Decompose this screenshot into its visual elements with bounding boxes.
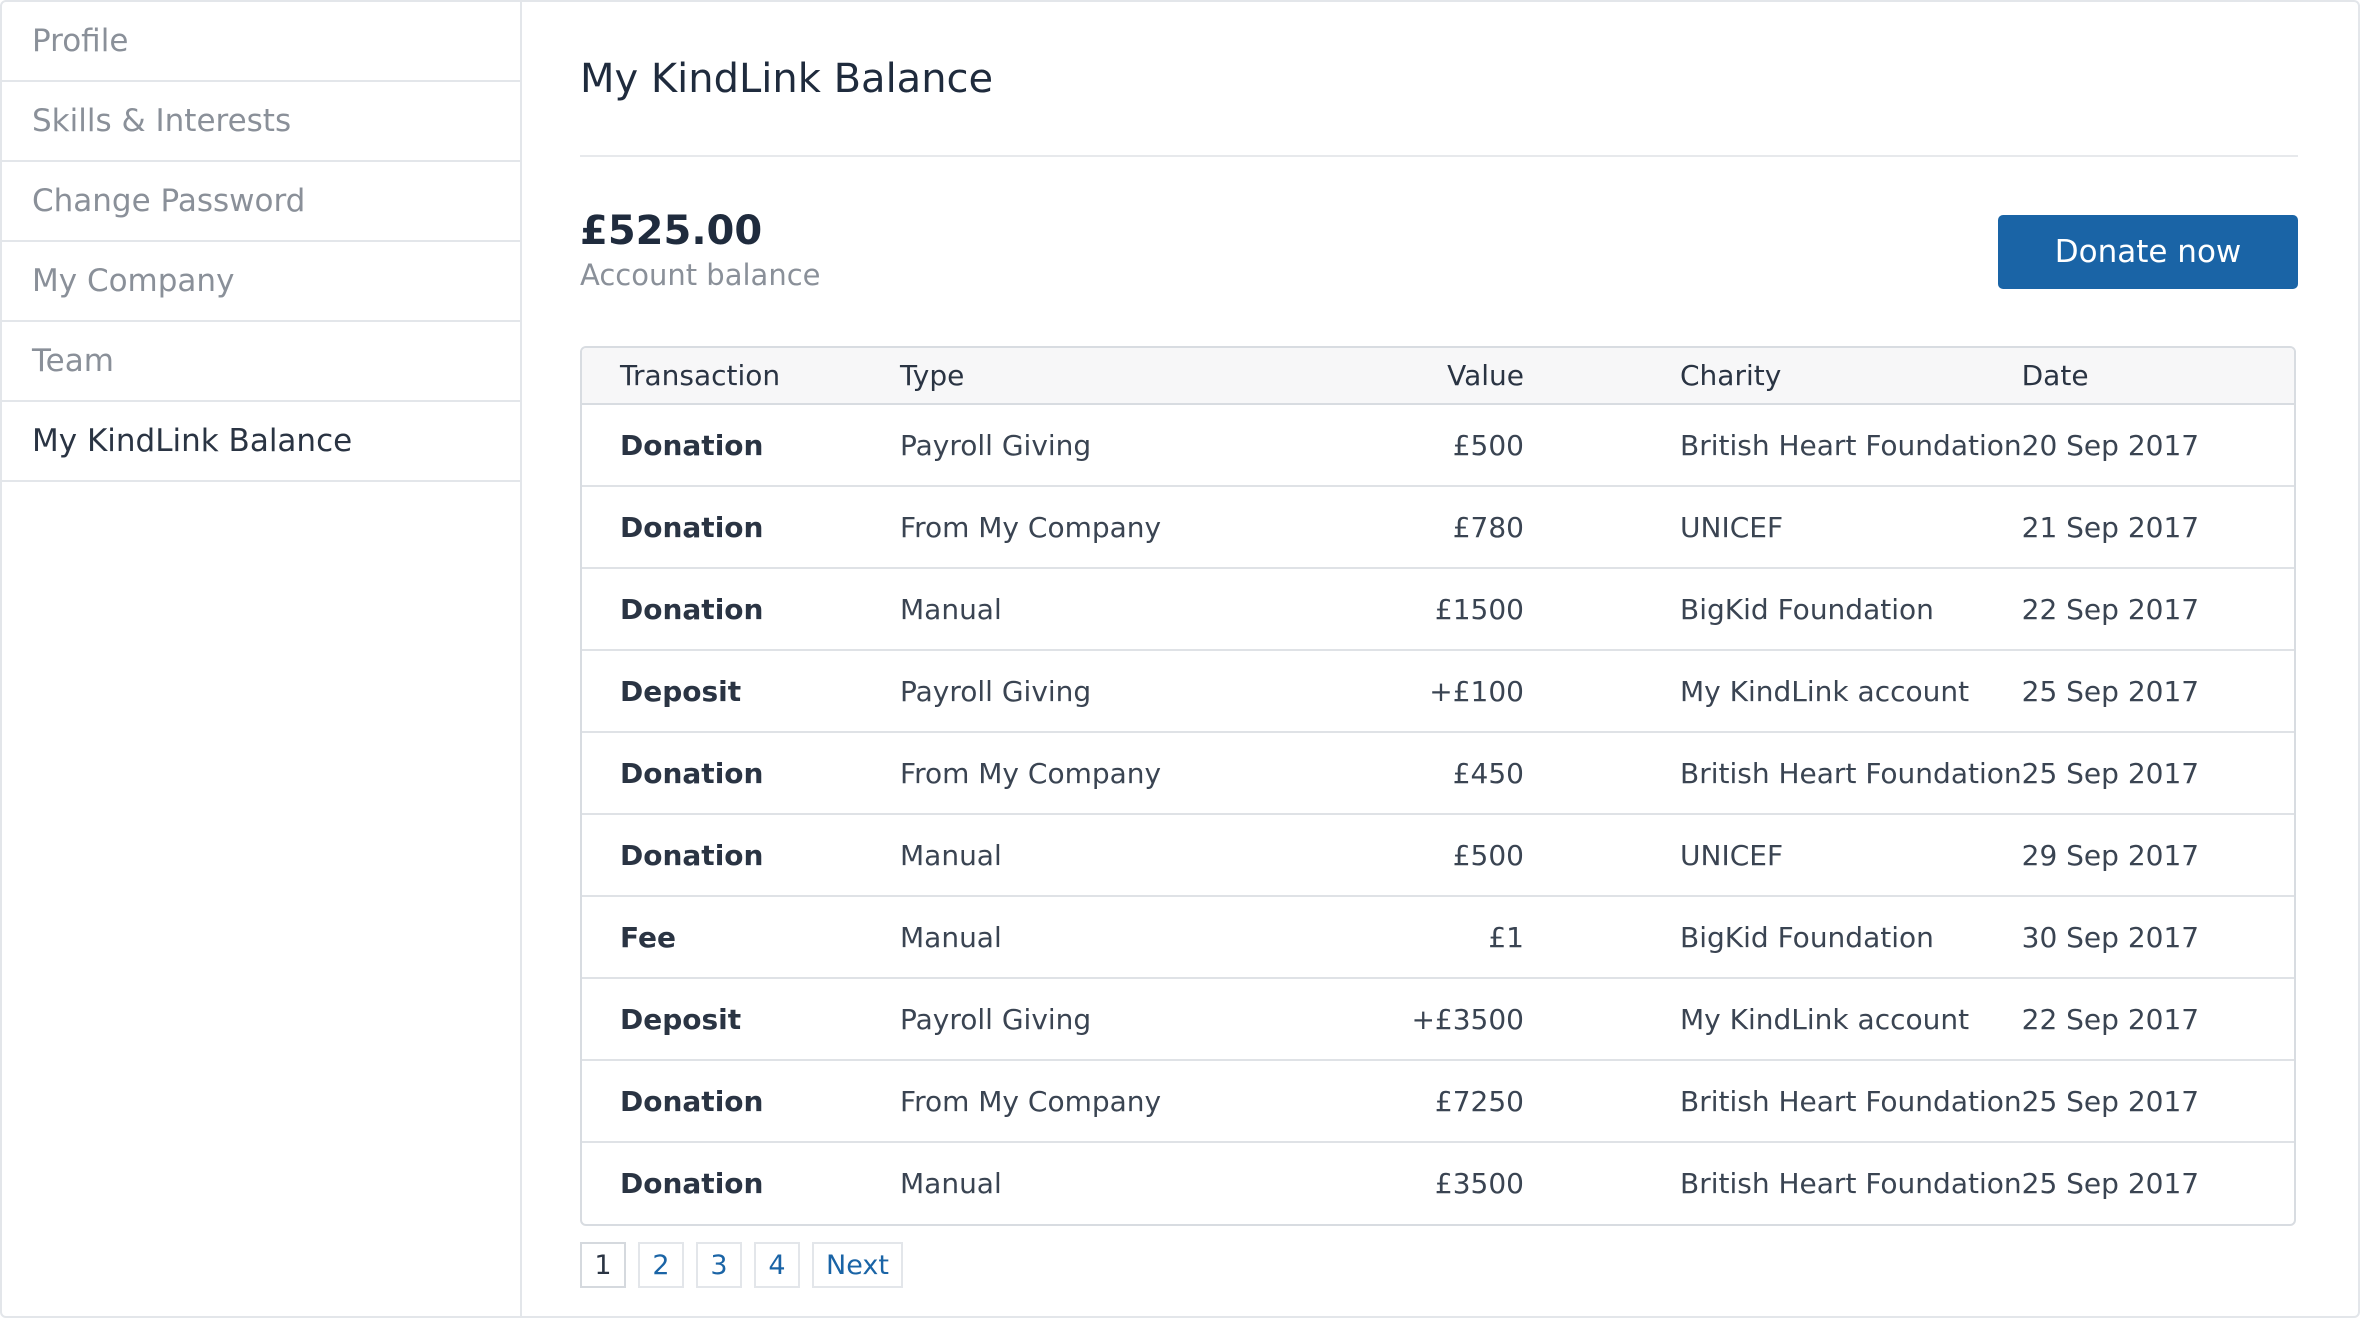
sidebar-item-my-company[interactable]: My Company [2, 242, 520, 322]
charity-cell: UNICEF [1524, 485, 2022, 568]
sidebar-item-profile[interactable]: Profile [2, 2, 520, 82]
transaction-cell: Donation [582, 485, 900, 568]
sidebar-item-label: Profile [32, 23, 129, 59]
transaction-cell: Donation [582, 813, 900, 896]
column-header-type: Type [900, 348, 1246, 405]
type-cell: From My Company [900, 731, 1246, 814]
table-row: Donation Manual £500 UNICEF 29 Sep 2017 [582, 813, 2294, 896]
sidebar-item-skills-interests[interactable]: Skills & Interests [2, 82, 520, 162]
charity-cell: My KindLink account [1524, 649, 2022, 732]
table-row: Fee Manual £1 BigKid Foundation 30 Sep 2… [582, 895, 2294, 978]
pagination: 1 2 3 4 Next [580, 1242, 903, 1288]
page-title: My KindLink Balance [580, 56, 994, 102]
date-cell: 30 Sep 2017 [2021, 895, 2294, 978]
charity-cell: British Heart Foundation [1680, 428, 2022, 462]
table-row: Deposit Payroll Giving +£100 My KindLink… [582, 649, 2294, 732]
table-header-row: Transaction Type Value Charity Date [582, 348, 2294, 405]
charity-cell: My KindLink account [1524, 977, 2022, 1060]
type-cell: Manual [900, 895, 1246, 978]
sidebar: Profile Skills & Interests Change Passwo… [2, 2, 522, 1316]
column-header-charity: Charity [1524, 348, 2022, 405]
table-row: Donation Payroll Giving £500 British Hea… [582, 404, 2294, 486]
transaction-cell: Deposit [582, 977, 900, 1060]
date-cell: 21 Sep 2017 [2021, 485, 2294, 568]
title-divider [580, 155, 2298, 157]
charity-cell: British Heart Foundation [1524, 1059, 2022, 1142]
type-cell: Manual [900, 567, 1246, 650]
column-header-date: Date [2021, 348, 2294, 405]
balance-label: Account balance [580, 258, 821, 292]
next-page-button[interactable]: Next [812, 1242, 903, 1288]
charity-cell: UNICEF [1524, 813, 2022, 896]
sidebar-item-team[interactable]: Team [2, 322, 520, 402]
date-cell: 20 Sep 2017 [2021, 428, 2200, 462]
type-cell: Payroll Giving [900, 428, 1092, 462]
type-cell: From My Company [900, 485, 1246, 568]
page-4-button[interactable]: 4 [754, 1242, 800, 1288]
page-3-button[interactable]: 3 [696, 1242, 742, 1288]
value-cell: £500 [1452, 428, 1524, 462]
value-cell: +£3500 [1246, 977, 1524, 1060]
sidebar-item-label: My Company [32, 263, 235, 299]
table-row: Donation Manual £1500 BigKid Foundation … [582, 567, 2294, 650]
type-cell: From My Company [900, 1059, 1246, 1142]
transaction-cell: Fee [582, 895, 900, 978]
transaction-cell: Donation [582, 731, 900, 814]
value-cell: £1 [1246, 895, 1524, 978]
date-cell: 22 Sep 2017 [2021, 567, 2294, 650]
column-header-transaction: Transaction [582, 348, 900, 405]
transaction-cell: Deposit [582, 649, 900, 732]
transaction-cell: Donation [582, 567, 900, 650]
sidebar-item-label: Change Password [32, 183, 306, 219]
donate-now-button[interactable]: Donate now [1998, 215, 2298, 289]
sidebar-item-my-kindlink-balance[interactable]: My KindLink Balance [2, 402, 520, 482]
charity-cell: BigKid Foundation [1524, 895, 2022, 978]
sidebar-item-change-password[interactable]: Change Password [2, 162, 520, 242]
type-cell: Manual [900, 1141, 1246, 1224]
date-cell: 25 Sep 2017 [2021, 649, 2294, 732]
transaction-cell: Donation [620, 428, 764, 462]
date-cell: 25 Sep 2017 [2021, 1141, 2294, 1224]
value-cell: £7250 [1246, 1059, 1524, 1142]
table-row: Donation From My Company £7250 British H… [582, 1059, 2294, 1142]
column-header-value: Value [1246, 348, 1524, 405]
date-cell: 25 Sep 2017 [2021, 731, 2294, 814]
type-cell: Payroll Giving [900, 649, 1246, 732]
charity-cell: British Heart Foundation [1524, 731, 2022, 814]
value-cell: £1500 [1246, 567, 1524, 650]
value-cell: +£100 [1246, 649, 1524, 732]
sidebar-item-label: My KindLink Balance [32, 423, 353, 459]
table-row: Donation Manual £3500 British Heart Foun… [582, 1141, 2294, 1224]
charity-cell: British Heart Foundation [1524, 1141, 2022, 1224]
charity-cell: BigKid Foundation [1524, 567, 2022, 650]
date-cell: 25 Sep 2017 [2021, 1059, 2294, 1142]
table-row: Donation From My Company £450 British He… [582, 731, 2294, 814]
transaction-cell: Donation [582, 1141, 900, 1224]
date-cell: 22 Sep 2017 [2021, 977, 2294, 1060]
type-cell: Payroll Giving [900, 977, 1246, 1060]
table-row: Deposit Payroll Giving +£3500 My KindLin… [582, 977, 2294, 1060]
value-cell: £3500 [1246, 1141, 1524, 1224]
value-cell: £780 [1246, 485, 1524, 568]
sidebar-item-label: Team [32, 343, 114, 379]
table-row: Donation From My Company £780 UNICEF 21 … [582, 485, 2294, 568]
value-cell: £450 [1246, 731, 1524, 814]
transactions-table: Transaction Type Value Charity Date Dona… [580, 346, 2296, 1226]
date-cell: 29 Sep 2017 [2021, 813, 2294, 896]
app-frame: Profile Skills & Interests Change Passwo… [0, 0, 2360, 1318]
sidebar-item-label: Skills & Interests [32, 103, 292, 139]
page-1-button[interactable]: 1 [580, 1242, 626, 1288]
transaction-cell: Donation [582, 1059, 900, 1142]
page-2-button[interactable]: 2 [638, 1242, 684, 1288]
balance-amount: £525.00 [580, 208, 763, 254]
type-cell: Manual [900, 813, 1246, 896]
value-cell: £500 [1246, 813, 1524, 896]
